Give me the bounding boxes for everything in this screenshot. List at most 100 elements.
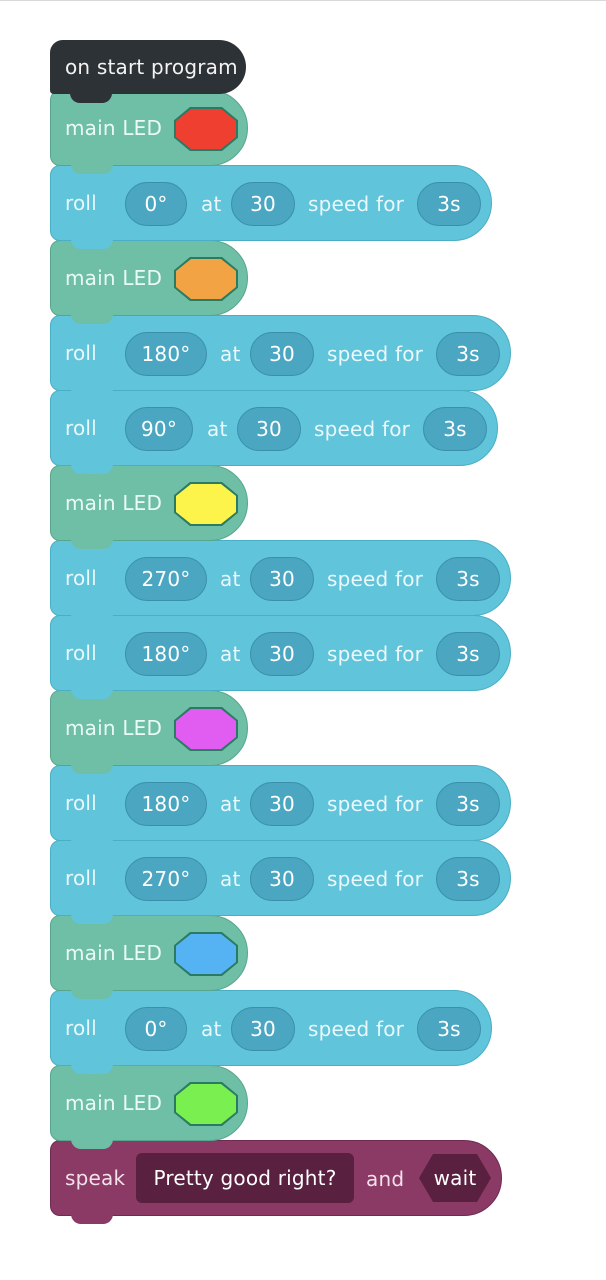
roll-block[interactable]: roll 180° at 30 speed for 3s — [50, 315, 511, 399]
roll-label: roll — [65, 1016, 97, 1040]
roll-block[interactable]: roll 270° at 30 speed for 3s — [50, 840, 511, 924]
heading-input[interactable]: 270° — [125, 857, 207, 901]
speed-for-label: speed for — [308, 1017, 405, 1041]
on-start-program-block[interactable]: on start program — [50, 40, 246, 103]
at-label: at — [220, 642, 241, 666]
speed-for-label: speed for — [327, 567, 424, 591]
roll-label: roll — [65, 416, 97, 440]
block-connector — [71, 689, 113, 699]
heading-input[interactable]: 180° — [125, 782, 207, 826]
duration-input[interactable]: 3s — [436, 782, 500, 826]
main-led-label: main LED — [65, 491, 163, 515]
roll-block[interactable]: roll 270° at 30 speed for 3s — [50, 540, 511, 624]
roll-label: roll — [65, 191, 97, 215]
speed-input[interactable]: 30 — [237, 407, 301, 451]
wait-toggle[interactable]: wait — [419, 1154, 491, 1202]
led-color-fill — [176, 934, 236, 974]
led-color-swatch[interactable] — [174, 932, 238, 976]
at-label: at — [201, 1017, 222, 1041]
on-start-label: on start program — [65, 55, 238, 79]
speed-input[interactable]: 30 — [250, 557, 314, 601]
main-led-label: main LED — [65, 266, 163, 290]
block-connector — [70, 93, 112, 103]
block-connector — [71, 839, 113, 849]
heading-input[interactable]: 90° — [125, 407, 193, 451]
led-color-fill — [176, 259, 236, 299]
speed-input[interactable]: 30 — [231, 1007, 295, 1051]
main-led-block[interactable]: main LED — [50, 1065, 248, 1149]
at-label: at — [220, 867, 241, 891]
led-color-swatch[interactable] — [174, 707, 238, 751]
speak-block[interactable]: speak Pretty good right? and wait — [50, 1140, 502, 1224]
roll-block[interactable]: roll 180° at 30 speed for 3s — [50, 765, 511, 849]
heading-input[interactable]: 0° — [125, 1007, 187, 1051]
speed-for-label: speed for — [327, 792, 424, 816]
main-led-block[interactable]: main LED — [50, 690, 248, 774]
top-divider — [0, 0, 606, 1]
at-label: at — [207, 417, 228, 441]
at-label: at — [220, 342, 241, 366]
speed-input[interactable]: 30 — [250, 332, 314, 376]
heading-input[interactable]: 180° — [125, 332, 207, 376]
roll-label: roll — [65, 866, 97, 890]
duration-input[interactable]: 3s — [436, 557, 500, 601]
main-led-block[interactable]: main LED — [50, 240, 248, 324]
roll-label: roll — [65, 341, 97, 365]
main-led-block[interactable]: main LED — [50, 465, 248, 549]
speed-for-label: speed for — [327, 342, 424, 366]
led-color-swatch[interactable] — [174, 107, 238, 151]
speed-input[interactable]: 30 — [250, 857, 314, 901]
main-led-label: main LED — [65, 716, 163, 740]
led-color-fill — [176, 709, 236, 749]
heading-input[interactable]: 180° — [125, 632, 207, 676]
roll-label: roll — [65, 566, 97, 590]
block-connector — [71, 539, 113, 549]
block-connector — [71, 1139, 113, 1149]
main-led-block[interactable]: main LED — [50, 915, 248, 999]
duration-input[interactable]: 3s — [417, 182, 481, 226]
duration-input[interactable]: 3s — [436, 332, 500, 376]
block-connector — [71, 1214, 113, 1224]
speed-input[interactable]: 30 — [231, 182, 295, 226]
speed-for-label: speed for — [327, 867, 424, 891]
block-connector — [71, 389, 113, 399]
speed-for-label: speed for — [308, 192, 405, 216]
led-color-swatch[interactable] — [174, 482, 238, 526]
roll-block[interactable]: roll 180° at 30 speed for 3s — [50, 615, 511, 699]
led-color-swatch[interactable] — [174, 1082, 238, 1126]
duration-input[interactable]: 3s — [436, 857, 500, 901]
duration-input[interactable]: 3s — [423, 407, 487, 451]
led-color-swatch[interactable] — [174, 257, 238, 301]
block-connector — [71, 464, 113, 474]
block-connector — [71, 989, 113, 999]
main-led-label: main LED — [65, 941, 163, 965]
led-color-fill — [176, 109, 236, 149]
speed-input[interactable]: 30 — [250, 782, 314, 826]
at-label: at — [201, 192, 222, 216]
block-connector — [71, 614, 113, 624]
roll-block[interactable]: roll 90° at 30 speed for 3s — [50, 390, 498, 474]
main-led-label: main LED — [65, 1091, 163, 1115]
led-color-fill — [176, 484, 236, 524]
and-label: and — [366, 1167, 405, 1191]
roll-block[interactable]: roll 0° at 30 speed for 3s — [50, 990, 492, 1074]
roll-label: roll — [65, 791, 97, 815]
at-label: at — [220, 792, 241, 816]
speak-text-input[interactable]: Pretty good right? — [136, 1153, 354, 1203]
main-led-label: main LED — [65, 116, 163, 140]
heading-input[interactable]: 270° — [125, 557, 207, 601]
block-connector — [71, 164, 113, 174]
block-connector — [71, 1064, 113, 1074]
block-connector — [71, 314, 113, 324]
block-connector — [71, 764, 113, 774]
led-color-fill — [176, 1084, 236, 1124]
speed-input[interactable]: 30 — [250, 632, 314, 676]
speed-for-label: speed for — [327, 642, 424, 666]
speak-label: speak — [65, 1166, 126, 1190]
block-connector — [71, 239, 113, 249]
duration-input[interactable]: 3s — [436, 632, 500, 676]
heading-input[interactable]: 0° — [125, 182, 187, 226]
speed-for-label: speed for — [314, 417, 411, 441]
roll-block[interactable]: roll 0° at 30 speed for 3s — [50, 165, 492, 249]
duration-input[interactable]: 3s — [417, 1007, 481, 1051]
